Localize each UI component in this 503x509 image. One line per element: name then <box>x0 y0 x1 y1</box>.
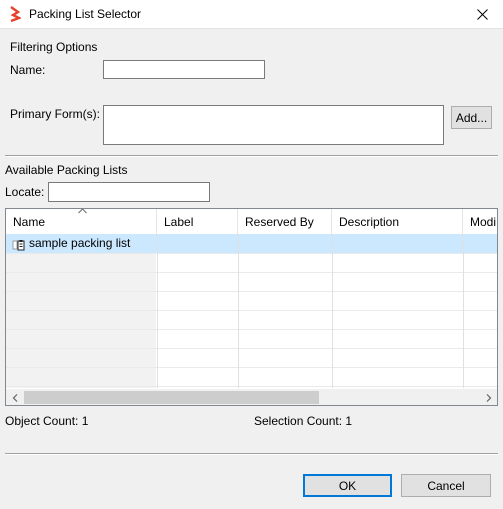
column-divider <box>463 234 464 388</box>
horizontal-scrollbar[interactable] <box>6 389 497 405</box>
table-header: Name Label Reserved By Description Modi <box>6 209 497 234</box>
column-divider <box>157 234 158 388</box>
row-divider <box>6 272 497 273</box>
object-count: Object Count: 1 <box>5 414 89 428</box>
packing-list-table[interactable]: Name Label Reserved By Description Modi <box>5 208 498 406</box>
primary-forms-field[interactable] <box>103 105 444 145</box>
add-button[interactable]: Add... <box>451 106 492 129</box>
window-title: Packing List Selector <box>29 7 142 21</box>
row-divider <box>6 253 497 254</box>
ok-button[interactable]: OK <box>303 474 392 497</box>
scrollbar-thumb[interactable] <box>24 391 319 404</box>
locate-label: Locate: <box>5 185 45 199</box>
close-icon <box>476 9 488 20</box>
sort-ascending-icon <box>78 209 87 214</box>
column-header-label: Name <box>13 215 46 229</box>
scroll-left-button[interactable] <box>6 389 23 405</box>
available-packing-lists-heading: Available Packing Lists <box>5 163 128 177</box>
filtering-options-heading: Filtering Options <box>10 40 98 54</box>
column-header-description[interactable]: Description <box>332 209 463 234</box>
row-divider <box>6 348 497 349</box>
column-header-label[interactable]: Label <box>157 209 238 234</box>
row-divider <box>6 386 497 387</box>
column-header-modified[interactable]: Modi <box>463 209 497 234</box>
locate-input[interactable] <box>48 182 210 202</box>
row-divider <box>6 291 497 292</box>
close-button[interactable] <box>461 0 503 29</box>
column-header-reserved-by[interactable]: Reserved By <box>238 209 332 234</box>
chevron-right-icon <box>486 393 491 402</box>
brand-logo-icon <box>10 6 21 22</box>
divider <box>5 155 498 157</box>
name-column-background <box>6 234 156 388</box>
selection-count: Selection Count: 1 <box>254 414 353 428</box>
row-name: sample packing list <box>29 236 131 250</box>
packing-list-icon <box>12 234 26 253</box>
cancel-button[interactable]: Cancel <box>401 474 491 497</box>
column-header-name[interactable]: Name <box>6 209 157 234</box>
chevron-left-icon <box>12 393 17 402</box>
name-input[interactable] <box>103 60 265 79</box>
name-label: Name: <box>10 63 46 77</box>
column-divider <box>332 234 333 388</box>
scroll-right-button[interactable] <box>480 389 497 405</box>
row-divider <box>6 329 497 330</box>
table-row[interactable]: sample packing list <box>6 234 497 253</box>
column-divider <box>238 234 239 388</box>
divider <box>5 453 498 455</box>
table-body: sample packing list <box>6 234 497 388</box>
row-divider <box>6 310 497 311</box>
title-bar: Packing List Selector <box>0 0 503 29</box>
primary-forms-label: Primary Form(s): <box>10 107 100 121</box>
row-divider <box>6 367 497 368</box>
